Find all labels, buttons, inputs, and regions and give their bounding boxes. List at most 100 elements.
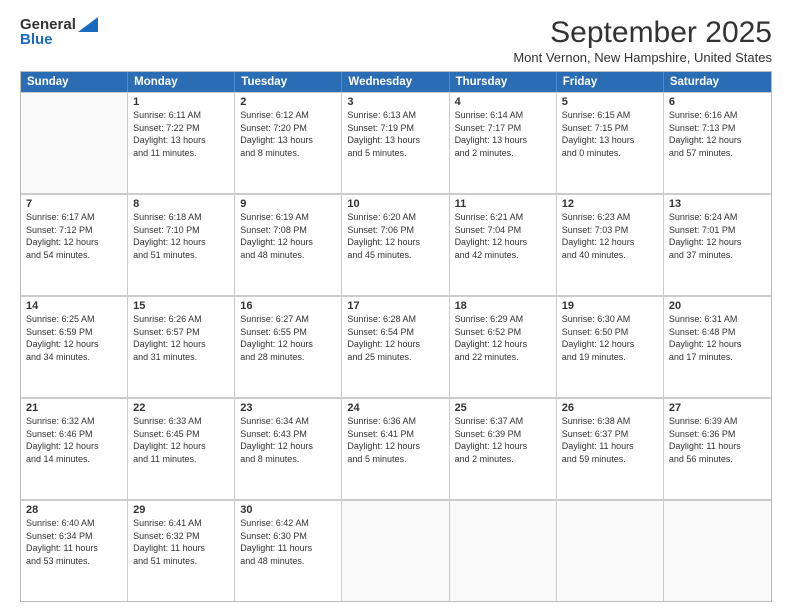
cell-info: Sunrise: 6:14 AMSunset: 7:17 PMDaylight:… (455, 109, 551, 159)
calendar-cell: 18Sunrise: 6:29 AMSunset: 6:52 PMDayligh… (450, 296, 557, 397)
cell-info: Sunrise: 6:23 AMSunset: 7:03 PMDaylight:… (562, 211, 658, 261)
day-number: 4 (455, 96, 551, 108)
day-number: 30 (240, 504, 336, 516)
calendar-cell: 1Sunrise: 6:11 AMSunset: 7:22 PMDaylight… (128, 92, 235, 193)
calendar-cell: 22Sunrise: 6:33 AMSunset: 6:45 PMDayligh… (128, 398, 235, 499)
cell-info: Sunrise: 6:40 AMSunset: 6:34 PMDaylight:… (26, 517, 122, 567)
day-number: 8 (133, 198, 229, 210)
calendar-cell: 15Sunrise: 6:26 AMSunset: 6:57 PMDayligh… (128, 296, 235, 397)
header-wednesday: Wednesday (342, 72, 449, 92)
cell-info: Sunrise: 6:41 AMSunset: 6:32 PMDaylight:… (133, 517, 229, 567)
calendar-cell (342, 500, 449, 601)
calendar-cell: 10Sunrise: 6:20 AMSunset: 7:06 PMDayligh… (342, 194, 449, 295)
cell-info: Sunrise: 6:33 AMSunset: 6:45 PMDaylight:… (133, 415, 229, 465)
calendar-cell: 4Sunrise: 6:14 AMSunset: 7:17 PMDaylight… (450, 92, 557, 193)
calendar-cell: 20Sunrise: 6:31 AMSunset: 6:48 PMDayligh… (664, 296, 771, 397)
day-number: 15 (133, 300, 229, 312)
header-tuesday: Tuesday (235, 72, 342, 92)
calendar-cell: 23Sunrise: 6:34 AMSunset: 6:43 PMDayligh… (235, 398, 342, 499)
calendar-cell: 7Sunrise: 6:17 AMSunset: 7:12 PMDaylight… (21, 194, 128, 295)
calendar-cell: 13Sunrise: 6:24 AMSunset: 7:01 PMDayligh… (664, 194, 771, 295)
cell-info: Sunrise: 6:19 AMSunset: 7:08 PMDaylight:… (240, 211, 336, 261)
cell-info: Sunrise: 6:21 AMSunset: 7:04 PMDaylight:… (455, 211, 551, 261)
cell-info: Sunrise: 6:36 AMSunset: 6:41 PMDaylight:… (347, 415, 443, 465)
day-number: 21 (26, 402, 122, 414)
day-number: 10 (347, 198, 443, 210)
calendar-cell: 27Sunrise: 6:39 AMSunset: 6:36 PMDayligh… (664, 398, 771, 499)
cell-info: Sunrise: 6:31 AMSunset: 6:48 PMDaylight:… (669, 313, 766, 363)
cell-info: Sunrise: 6:25 AMSunset: 6:59 PMDaylight:… (26, 313, 122, 363)
header-friday: Friday (557, 72, 664, 92)
cell-info: Sunrise: 6:34 AMSunset: 6:43 PMDaylight:… (240, 415, 336, 465)
day-number: 28 (26, 504, 122, 516)
calendar-cell: 9Sunrise: 6:19 AMSunset: 7:08 PMDaylight… (235, 194, 342, 295)
day-number: 5 (562, 96, 658, 108)
calendar-cell: 14Sunrise: 6:25 AMSunset: 6:59 PMDayligh… (21, 296, 128, 397)
page: General Blue September 2025 Mont Vernon,… (0, 0, 792, 612)
calendar-cell: 6Sunrise: 6:16 AMSunset: 7:13 PMDaylight… (664, 92, 771, 193)
cell-info: Sunrise: 6:17 AMSunset: 7:12 PMDaylight:… (26, 211, 122, 261)
cell-info: Sunrise: 6:26 AMSunset: 6:57 PMDaylight:… (133, 313, 229, 363)
cell-info: Sunrise: 6:27 AMSunset: 6:55 PMDaylight:… (240, 313, 336, 363)
cell-info: Sunrise: 6:18 AMSunset: 7:10 PMDaylight:… (133, 211, 229, 261)
cell-info: Sunrise: 6:29 AMSunset: 6:52 PMDaylight:… (455, 313, 551, 363)
cell-info: Sunrise: 6:42 AMSunset: 6:30 PMDaylight:… (240, 517, 336, 567)
day-number: 27 (669, 402, 766, 414)
calendar-cell: 28Sunrise: 6:40 AMSunset: 6:34 PMDayligh… (21, 500, 128, 601)
calendar-body: 1Sunrise: 6:11 AMSunset: 7:22 PMDaylight… (21, 92, 771, 601)
day-number: 3 (347, 96, 443, 108)
day-number: 14 (26, 300, 122, 312)
day-number: 16 (240, 300, 336, 312)
cell-info: Sunrise: 6:38 AMSunset: 6:37 PMDaylight:… (562, 415, 658, 465)
cell-info: Sunrise: 6:13 AMSunset: 7:19 PMDaylight:… (347, 109, 443, 159)
cell-info: Sunrise: 6:16 AMSunset: 7:13 PMDaylight:… (669, 109, 766, 159)
logo-blue: Blue (20, 31, 53, 48)
cell-info: Sunrise: 6:24 AMSunset: 7:01 PMDaylight:… (669, 211, 766, 261)
calendar-cell: 11Sunrise: 6:21 AMSunset: 7:04 PMDayligh… (450, 194, 557, 295)
month-title: September 2025 (513, 16, 772, 50)
day-number: 2 (240, 96, 336, 108)
header-monday: Monday (128, 72, 235, 92)
calendar: Sunday Monday Tuesday Wednesday Thursday… (20, 71, 772, 602)
title-block: September 2025 Mont Vernon, New Hampshir… (513, 16, 772, 65)
calendar-week-5: 28Sunrise: 6:40 AMSunset: 6:34 PMDayligh… (21, 500, 771, 601)
header-saturday: Saturday (664, 72, 771, 92)
calendar-cell: 24Sunrise: 6:36 AMSunset: 6:41 PMDayligh… (342, 398, 449, 499)
cell-info: Sunrise: 6:32 AMSunset: 6:46 PMDaylight:… (26, 415, 122, 465)
calendar-week-4: 21Sunrise: 6:32 AMSunset: 6:46 PMDayligh… (21, 398, 771, 500)
calendar-cell: 29Sunrise: 6:41 AMSunset: 6:32 PMDayligh… (128, 500, 235, 601)
day-number: 22 (133, 402, 229, 414)
day-number: 9 (240, 198, 336, 210)
cell-info: Sunrise: 6:30 AMSunset: 6:50 PMDaylight:… (562, 313, 658, 363)
calendar-cell: 16Sunrise: 6:27 AMSunset: 6:55 PMDayligh… (235, 296, 342, 397)
day-number: 17 (347, 300, 443, 312)
day-number: 25 (455, 402, 551, 414)
day-number: 19 (562, 300, 658, 312)
calendar-cell: 2Sunrise: 6:12 AMSunset: 7:20 PMDaylight… (235, 92, 342, 193)
day-number: 6 (669, 96, 766, 108)
day-number: 13 (669, 198, 766, 210)
calendar-week-1: 1Sunrise: 6:11 AMSunset: 7:22 PMDaylight… (21, 92, 771, 194)
calendar-cell (21, 92, 128, 193)
day-number: 26 (562, 402, 658, 414)
day-number: 11 (455, 198, 551, 210)
cell-info: Sunrise: 6:28 AMSunset: 6:54 PMDaylight:… (347, 313, 443, 363)
cell-info: Sunrise: 6:11 AMSunset: 7:22 PMDaylight:… (133, 109, 229, 159)
cell-info: Sunrise: 6:15 AMSunset: 7:15 PMDaylight:… (562, 109, 658, 159)
calendar-cell (557, 500, 664, 601)
calendar-cell: 30Sunrise: 6:42 AMSunset: 6:30 PMDayligh… (235, 500, 342, 601)
calendar-cell (450, 500, 557, 601)
day-number: 18 (455, 300, 551, 312)
subtitle: Mont Vernon, New Hampshire, United State… (513, 50, 772, 65)
calendar-cell: 17Sunrise: 6:28 AMSunset: 6:54 PMDayligh… (342, 296, 449, 397)
calendar-cell (664, 500, 771, 601)
day-number: 1 (133, 96, 229, 108)
header: General Blue September 2025 Mont Vernon,… (20, 16, 772, 65)
day-number: 23 (240, 402, 336, 414)
logo: General Blue (20, 16, 98, 48)
calendar-cell: 21Sunrise: 6:32 AMSunset: 6:46 PMDayligh… (21, 398, 128, 499)
calendar-week-3: 14Sunrise: 6:25 AMSunset: 6:59 PMDayligh… (21, 296, 771, 398)
calendar-cell: 12Sunrise: 6:23 AMSunset: 7:03 PMDayligh… (557, 194, 664, 295)
cell-info: Sunrise: 6:20 AMSunset: 7:06 PMDaylight:… (347, 211, 443, 261)
header-thursday: Thursday (450, 72, 557, 92)
